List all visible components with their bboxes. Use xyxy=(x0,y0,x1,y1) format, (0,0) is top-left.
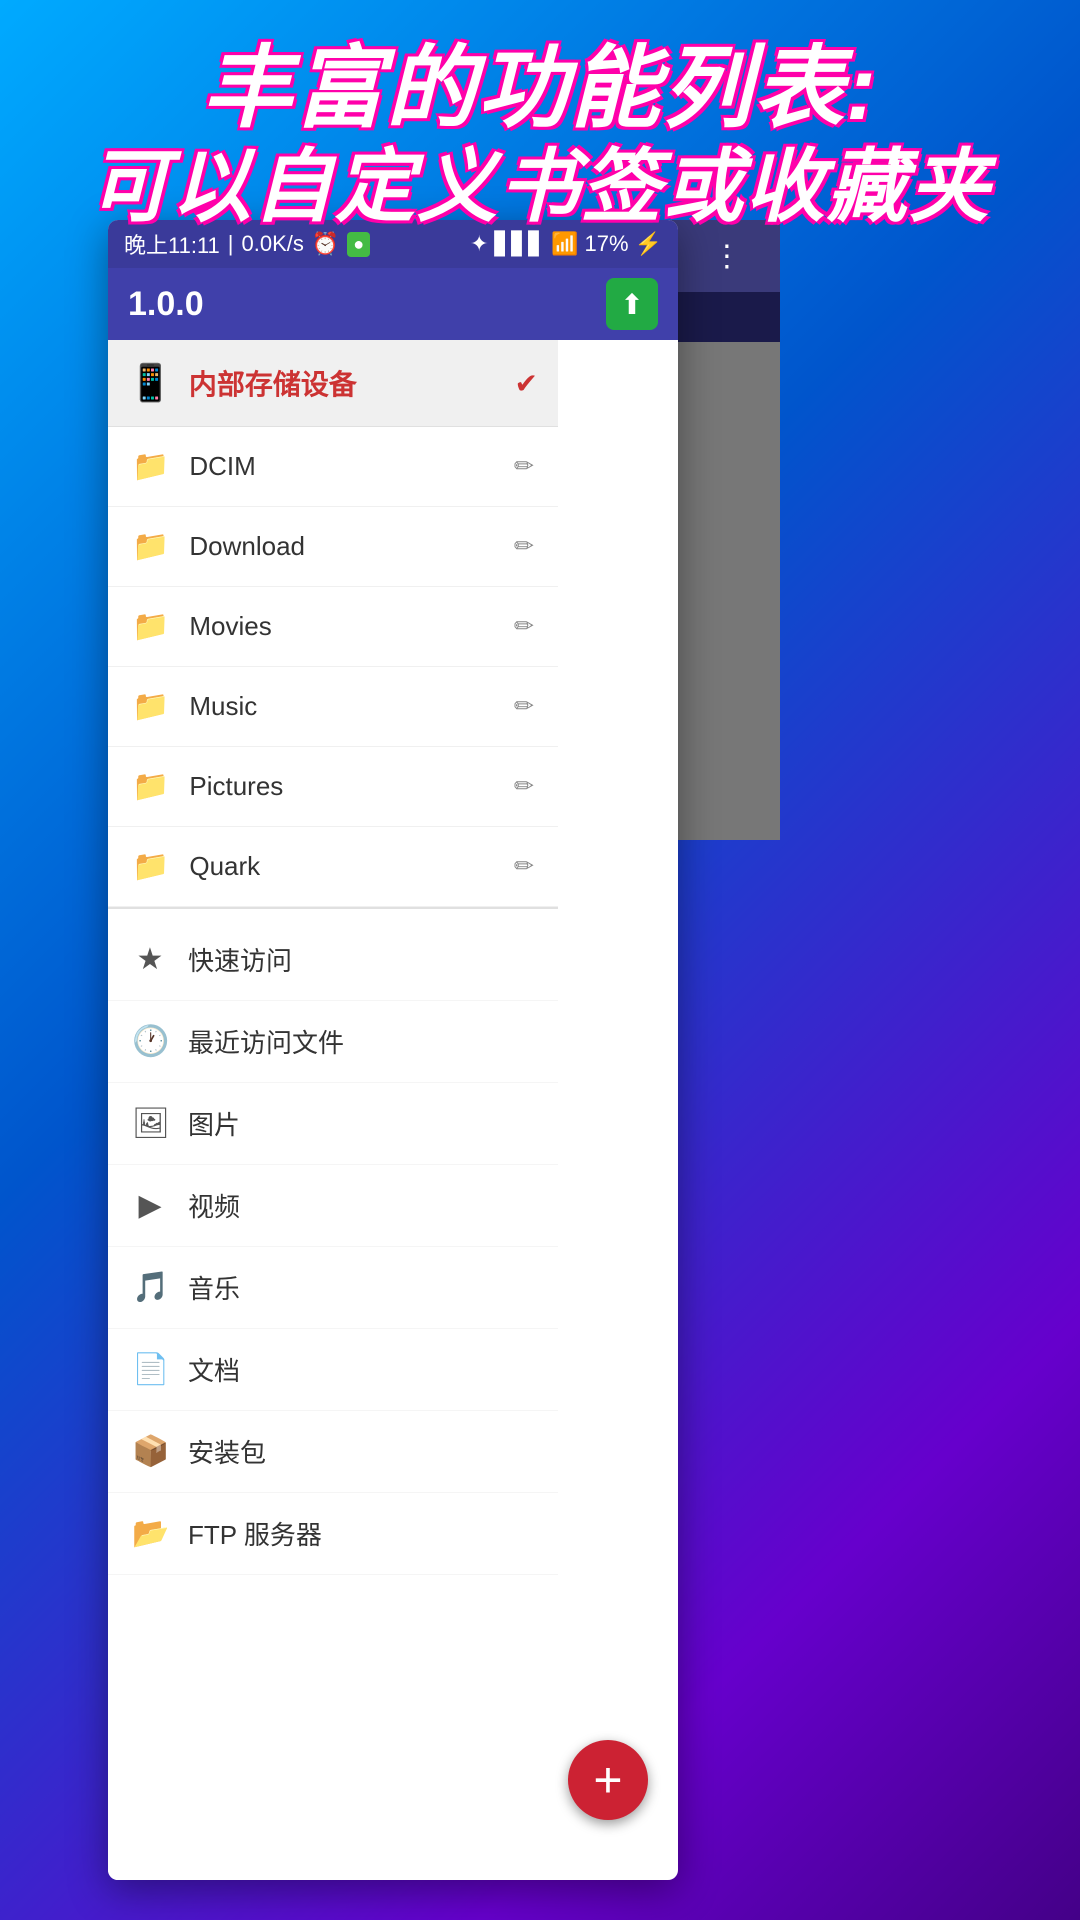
edit-icon-movies[interactable]: ✏ xyxy=(514,612,534,641)
title-area: 丰富的功能列表: 可以自定义书签或收藏夹 xyxy=(0,40,1080,235)
title-line1: 丰富的功能列表: xyxy=(40,40,1040,139)
folder-icon: 📁 xyxy=(132,609,169,644)
phone-frame: 晚上11:11 | 0.0K/s ⏰ ● ✦ ▋▋▋ 📶 17% ⚡ 1.0.0… xyxy=(108,220,678,1880)
quick-item-recent[interactable]: 🕐 最近访问文件 xyxy=(108,1001,558,1083)
folder-item-dcim[interactable]: 📁 DCIM ✏ xyxy=(108,427,558,507)
star-icon: ★ xyxy=(132,942,168,977)
quick-label-docs: 文档 xyxy=(188,1351,534,1388)
quick-label-ftp: FTP 服务器 xyxy=(188,1515,534,1552)
edit-icon-quark[interactable]: ✏ xyxy=(514,852,534,881)
quick-item-bookmarks[interactable]: ★ 快速访问 xyxy=(108,919,558,1001)
edit-icon-dcim[interactable]: ✏ xyxy=(514,452,534,481)
folder-name-quark: Quark xyxy=(189,851,494,882)
quick-label-recent: 最近访问文件 xyxy=(188,1023,534,1060)
share-icon: ⬆ xyxy=(620,288,643,321)
package-icon: 📦 xyxy=(132,1434,168,1469)
folder-name-dcim: DCIM xyxy=(189,451,494,482)
edit-icon-download[interactable]: ✏ xyxy=(514,532,534,561)
folder-icon: 📁 xyxy=(132,689,169,724)
quick-label-images: 图片 xyxy=(188,1105,534,1142)
folder-name-pictures: Pictures xyxy=(189,771,494,802)
quick-item-ftp[interactable]: 📂 FTP 服务器 xyxy=(108,1493,558,1575)
folder-icon: 📁 xyxy=(132,529,169,564)
quick-item-images[interactable]: 🖼 图片 xyxy=(108,1083,558,1165)
video-icon: ▶ xyxy=(132,1188,168,1223)
folder-list: 📁 DCIM ✏ 📁 Download ✏ 📁 Movies ✏ 📁 Music… xyxy=(108,427,558,909)
folder-item-pictures[interactable]: 📁 Pictures ✏ xyxy=(108,747,558,827)
quick-section: ★ 快速访问 🕐 最近访问文件 🖼 图片 ▶ 视频 🎵 音乐 📄 xyxy=(108,909,558,1575)
folder-item-download[interactable]: 📁 Download ✏ xyxy=(108,507,558,587)
quick-label-video: 视频 xyxy=(188,1187,534,1224)
quick-label-music: 音乐 xyxy=(188,1269,534,1306)
folder-icon: 📁 xyxy=(132,769,169,804)
share-button[interactable]: ⬆ xyxy=(606,278,658,330)
fab-button[interactable]: + xyxy=(568,1740,648,1820)
quick-label-bookmarks: 快速访问 xyxy=(188,941,534,978)
quick-item-docs[interactable]: 📄 文档 xyxy=(108,1329,558,1411)
image-icon: 🖼 xyxy=(132,1106,168,1141)
folder-name-download: Download xyxy=(189,531,494,562)
edit-icon-music[interactable]: ✏ xyxy=(514,692,534,721)
folder-name-movies: Movies xyxy=(189,611,494,642)
ftp-icon: 📂 xyxy=(132,1516,168,1551)
storage-label: 内部存储设备 xyxy=(189,363,499,403)
sidebar: 📱 内部存储设备 ✔ 📁 DCIM ✏ 📁 Download ✏ 📁 Movie… xyxy=(108,340,558,1880)
music-icon: 🎵 xyxy=(132,1270,168,1305)
storage-check-icon: ✔ xyxy=(515,367,538,400)
clock-icon: 🕐 xyxy=(132,1024,168,1059)
quick-label-apk: 安装包 xyxy=(188,1433,534,1470)
app-version: 1.0.0 xyxy=(128,285,204,324)
quick-item-video[interactable]: ▶ 视频 xyxy=(108,1165,558,1247)
folder-icon: 📁 xyxy=(132,849,169,884)
quick-item-apk[interactable]: 📦 安装包 xyxy=(108,1411,558,1493)
title-line2: 可以自定义书签或收藏夹 xyxy=(40,139,1040,235)
notification-icon: ● xyxy=(347,232,370,257)
folder-item-movies[interactable]: 📁 Movies ✏ xyxy=(108,587,558,667)
folder-item-quark[interactable]: 📁 Quark ✏ xyxy=(108,827,558,907)
more-icon[interactable]: ⋮ xyxy=(712,239,742,274)
folder-item-music[interactable]: 📁 Music ✏ xyxy=(108,667,558,747)
app-header: 1.0.0 ⬆ xyxy=(108,268,678,340)
folder-name-music: Music xyxy=(189,691,494,722)
quick-item-music[interactable]: 🎵 音乐 xyxy=(108,1247,558,1329)
storage-device-icon: 📱 xyxy=(128,362,173,404)
edit-icon-pictures[interactable]: ✏ xyxy=(514,772,534,801)
fab-plus-icon: + xyxy=(593,1751,622,1809)
storage-header[interactable]: 📱 内部存储设备 ✔ xyxy=(108,340,558,427)
document-icon: 📄 xyxy=(132,1352,168,1387)
folder-icon: 📁 xyxy=(132,449,169,484)
